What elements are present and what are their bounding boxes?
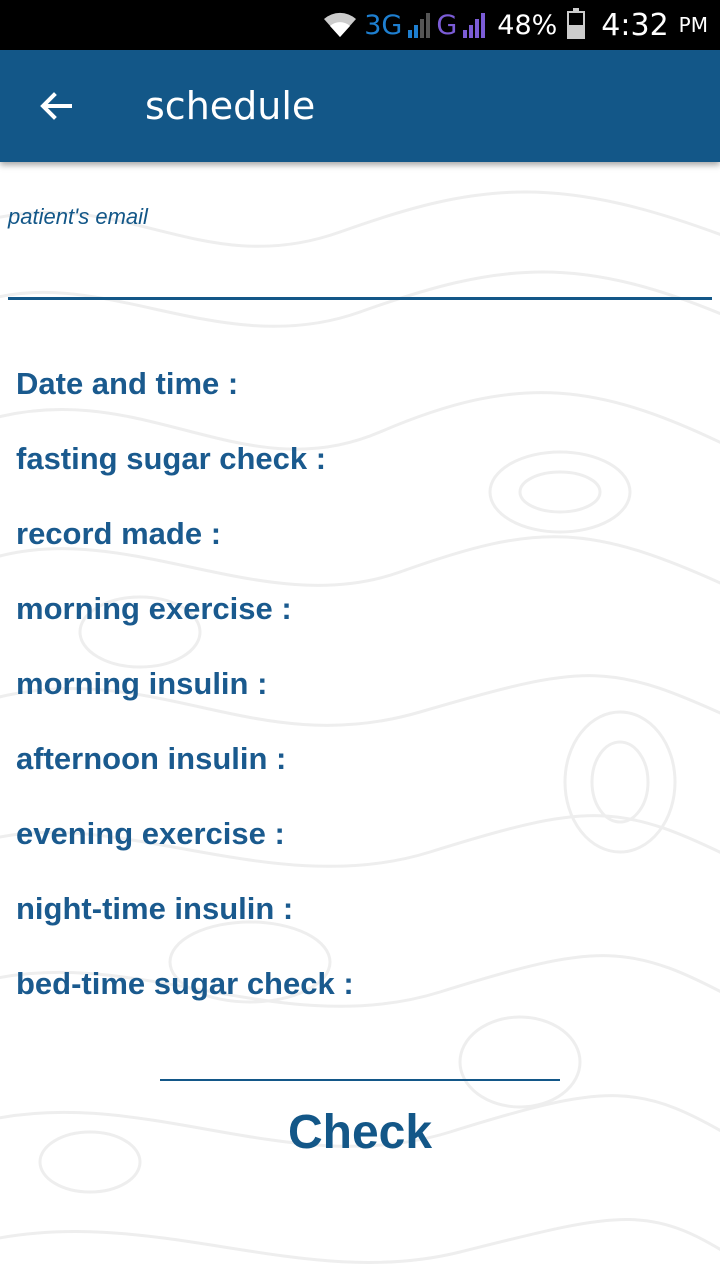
clock-ampm: PM [678, 13, 708, 37]
battery-icon [567, 8, 586, 39]
field-date-and-time: Date and time : [16, 366, 239, 401]
field-night-time-insulin: night-time insulin : [16, 891, 294, 926]
app-bar: schedule [0, 50, 720, 162]
field-afternoon-insulin: afternoon insulin : [16, 741, 287, 776]
battery-percent: 48% [497, 9, 558, 41]
field-fasting-sugar-check: fasting sugar check : [16, 441, 327, 476]
network-3g-label: 3G [364, 9, 403, 41]
schedule-form: patient's email Date and time : fasting … [0, 162, 720, 1280]
field-morning-insulin: morning insulin : [16, 666, 268, 701]
schedule-fields-list: Date and time : fasting sugar check : re… [16, 362, 354, 1037]
signal-strength-icon-2 [463, 12, 486, 38]
wifi-icon [324, 12, 357, 37]
status-bar: 3G G 48% 4:32 PM [0, 0, 720, 50]
page-title: schedule [145, 84, 316, 128]
field-morning-exercise: morning exercise : [16, 591, 292, 626]
email-field[interactable] [8, 232, 712, 300]
check-button-divider [160, 1079, 560, 1081]
clock-time: 4:32 [601, 7, 669, 43]
check-button[interactable]: Check [160, 1097, 560, 1167]
email-field-label: patient's email [8, 204, 148, 229]
field-record-made: record made : [16, 516, 222, 551]
field-evening-exercise: evening exercise : [16, 816, 285, 851]
arrow-left-icon[interactable] [36, 86, 76, 126]
signal-strength-icon [408, 12, 431, 38]
network-g-label: G [436, 9, 458, 41]
field-bed-time-sugar-check: bed-time sugar check : [16, 966, 354, 1001]
